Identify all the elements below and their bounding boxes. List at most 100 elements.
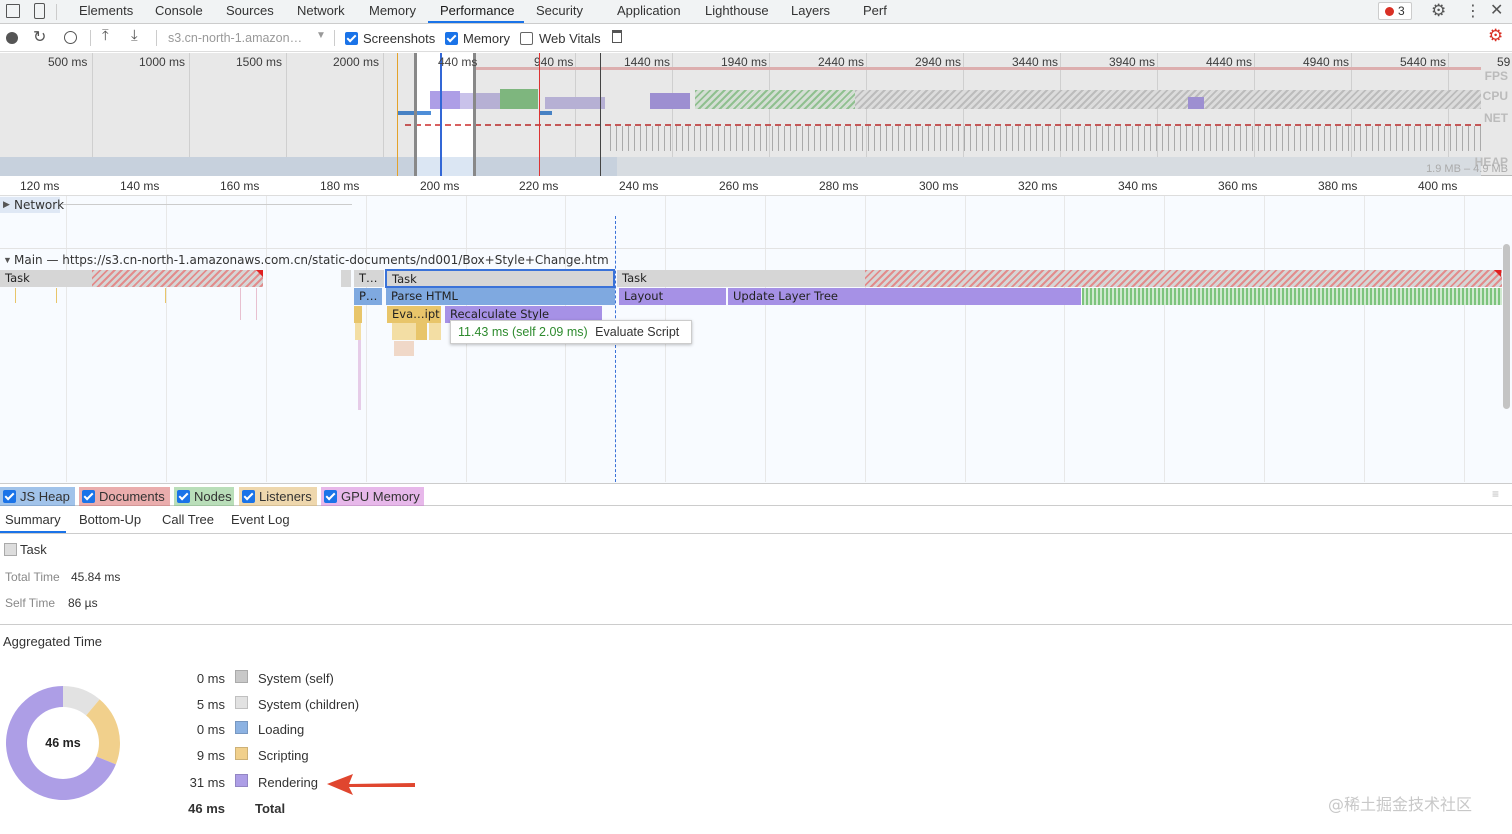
counter-gpu-memory[interactable]: GPU Memory — [321, 487, 424, 506]
script-bar[interactable] — [354, 306, 362, 323]
tab-network[interactable]: Network — [297, 3, 345, 18]
divider — [156, 30, 157, 46]
script-sub-bar[interactable] — [394, 341, 414, 356]
track-divider — [0, 248, 1502, 249]
legend-total-label: Total — [255, 801, 286, 816]
counter-label: JS Heap — [20, 489, 70, 504]
clear-icon[interactable] — [64, 31, 77, 44]
bar-label: Update Layer Tree — [733, 289, 838, 303]
reload-record-icon[interactable]: ↻ — [33, 27, 46, 47]
tab-summary[interactable]: Summary — [5, 512, 61, 527]
tab-sources[interactable]: Sources — [226, 3, 274, 18]
task-bar[interactable] — [341, 270, 351, 287]
parse-html-bar[interactable]: P… — [354, 288, 382, 305]
inspect-element-icon[interactable] — [6, 4, 20, 18]
download-profile-icon[interactable]: ⤓ — [131, 27, 138, 44]
cpu-rendering-area — [430, 91, 460, 109]
tab-security[interactable]: Security — [536, 3, 583, 18]
counter-js-heap[interactable]: JS Heap — [0, 487, 75, 506]
task-bar[interactable]: T… — [354, 270, 384, 287]
task-bar-label: Task — [5, 271, 30, 285]
tab-call-tree[interactable]: Call Tree — [162, 512, 214, 527]
tab-lighthouse[interactable]: Lighthouse — [705, 3, 769, 18]
legend-ms: 5 ms — [196, 697, 225, 712]
overview-unselected-right — [476, 53, 1512, 176]
web-vitals-checkbox[interactable] — [520, 32, 533, 45]
task-bar-label: Task — [392, 272, 417, 286]
ruler-tick: 380 ms — [1318, 179, 1358, 193]
selected-task-bar[interactable]: Task — [385, 269, 615, 288]
tick-mark — [56, 288, 57, 303]
tab-console[interactable]: Console — [155, 3, 203, 18]
counter-nodes[interactable]: Nodes — [174, 487, 234, 506]
long-task-hatch — [92, 270, 263, 287]
screenshots-label: Screenshots — [363, 31, 436, 46]
details-tabs: Summary Bottom-Up Call Tree Event Log — [0, 507, 1512, 534]
tab-layers[interactable]: Layers — [791, 3, 830, 18]
evaluate-script-bar[interactable]: Eva…ipt — [387, 306, 441, 323]
expand-arrow-icon: ▶ — [3, 199, 10, 209]
tab-memory[interactable]: Memory — [369, 3, 416, 18]
resize-handle-icon[interactable]: ≡ — [1492, 487, 1499, 501]
more-options-icon[interactable]: ⋮ — [1465, 1, 1481, 21]
collapse-arrow-icon: ▼ — [3, 255, 12, 265]
script-sub-bar[interactable] — [355, 323, 361, 340]
overview-window-right-handle[interactable] — [473, 53, 476, 176]
layout-bar[interactable]: Layout — [619, 288, 726, 305]
close-icon[interactable]: ✕ — [1490, 0, 1503, 20]
counter-label: GPU Memory — [341, 489, 420, 504]
screenshots-checkbox[interactable] — [345, 32, 358, 45]
script-sub-bar[interactable] — [416, 323, 427, 340]
tab-bottom-up[interactable]: Bottom-Up — [79, 512, 141, 527]
fps-label: FPS — [1484, 69, 1508, 83]
ruler-tick: 340 ms — [1118, 179, 1158, 193]
network-track-header[interactable]: ▶ Network — [0, 197, 64, 213]
settings-gear-icon[interactable]: ⚙ — [1431, 1, 1446, 21]
counter-documents[interactable]: Documents — [79, 487, 170, 506]
summary-panel: Task Total Time 45.84 ms Self Time 86 µs… — [0, 535, 1512, 834]
parse-html-bar[interactable]: Parse HTML — [386, 288, 615, 305]
legend-ms: 31 ms — [189, 775, 225, 790]
task-bar-label: Task — [622, 271, 647, 285]
update-layer-tree-bar[interactable]: Update Layer Tree — [728, 288, 1081, 305]
tab-event-log[interactable]: Event Log — [231, 512, 290, 527]
profile-select[interactable]: s3.cn-north-1.amazon… — [168, 31, 302, 45]
error-icon — [1385, 7, 1394, 16]
long-task-flag-icon — [1494, 270, 1501, 277]
tab-elements[interactable]: Elements — [79, 3, 133, 18]
capture-settings-gear-icon[interactable]: ⚙ — [1488, 26, 1503, 46]
script-sub-bar[interactable] — [429, 323, 441, 340]
error-count: 3 — [1398, 4, 1405, 18]
record-icon[interactable] — [6, 32, 18, 44]
ruler-tick: 220 ms — [519, 179, 559, 193]
overview-window-left-handle[interactable] — [414, 53, 417, 176]
counter-label: Listeners — [259, 489, 312, 504]
tab-perf[interactable]: Perf — [863, 3, 887, 18]
memory-checkbox[interactable] — [445, 32, 458, 45]
tick-mark — [165, 288, 166, 303]
flame-chart[interactable] — [0, 196, 1512, 483]
main-track-label: Main — https://s3.cn-north-1.amazonaws.c… — [14, 253, 609, 267]
chevron-down-icon: ▼ — [316, 30, 326, 41]
ruler-tick: 320 ms — [1018, 179, 1058, 193]
legend-swatch — [235, 670, 248, 683]
counter-listeners[interactable]: Listeners — [239, 487, 317, 506]
total-time-label: Total Time — [5, 570, 60, 584]
timeline-overview[interactable]: 500 ms 1000 ms 1500 ms 2000 ms 440 ms 94… — [0, 53, 1512, 176]
aggregated-time-donut: 46 ms — [6, 686, 120, 800]
main-track-header[interactable]: ▼ Main — https://s3.cn-north-1.amazonaws… — [0, 253, 609, 269]
tab-application[interactable]: Application — [617, 3, 681, 18]
script-sub-bar[interactable] — [392, 323, 416, 340]
trash-icon[interactable] — [612, 30, 622, 43]
bar-label: Eva…ipt — [392, 307, 440, 321]
paint-activity-bar[interactable] — [1082, 288, 1502, 305]
legend-row: 5 ms System (children) — [175, 696, 375, 714]
aggregated-time-label: Aggregated Time — [3, 634, 103, 649]
flame-chart-scrollbar[interactable] — [1503, 244, 1510, 409]
legend-swatch — [235, 721, 248, 734]
tab-performance[interactable]: Performance — [440, 3, 514, 18]
error-count-badge[interactable]: 3 — [1378, 2, 1412, 20]
net-label: NET — [1484, 111, 1508, 125]
upload-profile-icon[interactable]: ⤒ — [102, 27, 109, 44]
device-toolbar-icon[interactable] — [34, 3, 45, 19]
